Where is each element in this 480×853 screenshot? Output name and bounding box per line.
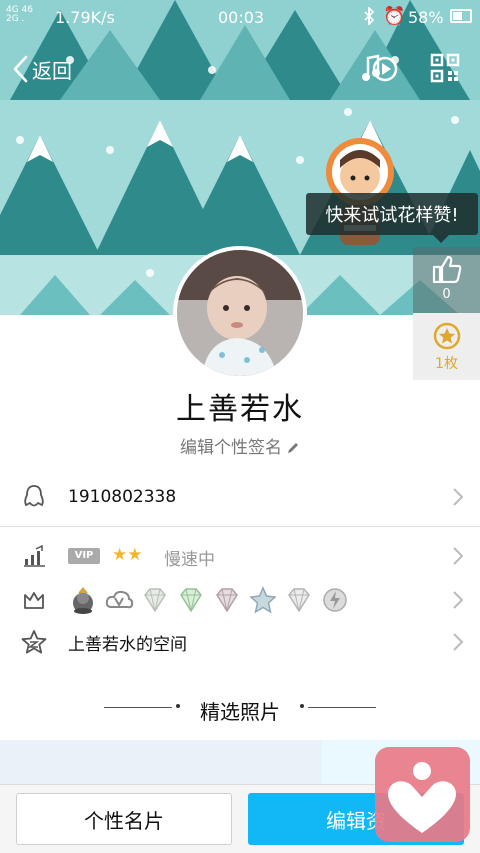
qzone-name: 上善若水的空间 bbox=[68, 634, 187, 655]
bluetooth-icon bbox=[362, 5, 376, 29]
avatar[interactable] bbox=[173, 246, 307, 380]
featured-photos-title: 精选照片 bbox=[200, 700, 280, 724]
net-speed: 1.79K/s bbox=[55, 8, 115, 27]
growth-chart-icon bbox=[20, 542, 48, 570]
diamond-badge-icon bbox=[288, 588, 310, 613]
heart-person-icon bbox=[388, 762, 456, 833]
star-badge-icon bbox=[249, 586, 277, 614]
vip-badge: VIP bbox=[68, 548, 100, 564]
signature-edit[interactable]: 编辑个性签名 bbox=[0, 433, 480, 458]
penguin-icon bbox=[20, 483, 48, 511]
clock-time: 00:03 bbox=[218, 8, 265, 27]
music-button[interactable] bbox=[362, 52, 398, 86]
personal-card-label: 个性名片 bbox=[84, 808, 164, 833]
status-bar: 4G 46 2G . 1.79K/s 00:03 ⏰ 58% bbox=[0, 0, 480, 34]
medal-count: 1枚 bbox=[435, 356, 458, 372]
cloud-v-badge-icon bbox=[105, 590, 134, 609]
like-button[interactable]: 0 bbox=[413, 247, 480, 313]
battery-percent: 58% bbox=[408, 8, 444, 27]
qr-code-icon bbox=[430, 53, 460, 83]
crown-icon bbox=[20, 586, 48, 614]
vip-stars: ★★ bbox=[112, 545, 143, 565]
diamond-badge-icon bbox=[144, 588, 166, 613]
diamond-badge-icon bbox=[216, 588, 238, 613]
featured-dot-right bbox=[300, 704, 304, 708]
qr-code-button[interactable] bbox=[430, 53, 460, 83]
signal-indicator: 4G 46 2G . bbox=[6, 6, 33, 24]
vip-speed-status: 慢速中 bbox=[164, 550, 215, 570]
featured-line-right bbox=[308, 707, 376, 708]
back-button[interactable]: 返回 bbox=[12, 52, 72, 86]
battery-icon bbox=[450, 9, 472, 23]
chevron-right-icon bbox=[453, 591, 464, 609]
medal-star-icon bbox=[433, 322, 460, 350]
divider bbox=[0, 526, 480, 527]
avatar-photo bbox=[177, 250, 303, 376]
tooltip-text: 快来试试花样赞! bbox=[325, 205, 459, 226]
chevron-right-icon bbox=[453, 547, 464, 565]
medal-button[interactable]: 1枚 bbox=[413, 313, 480, 380]
nav-bar: 返回 bbox=[0, 44, 480, 94]
thumbs-up-icon bbox=[432, 255, 461, 283]
diamond-badge-icon bbox=[180, 588, 202, 613]
like-tooltip: 快来试试花样赞! bbox=[306, 193, 478, 243]
back-label: 返回 bbox=[32, 58, 72, 83]
qzone-star-icon bbox=[20, 628, 48, 656]
signature-placeholder: 编辑个性签名 bbox=[180, 438, 282, 458]
penguin-badge-icon bbox=[73, 587, 93, 614]
qq-number: 1910802338 bbox=[68, 487, 177, 507]
qzone-row[interactable]: 上善若水的空间 bbox=[0, 617, 480, 667]
chevron-right-icon bbox=[453, 488, 464, 506]
personal-card-button[interactable]: 个性名片 bbox=[16, 793, 232, 845]
alarm-icon: ⏰ bbox=[383, 6, 406, 27]
music-play-icon bbox=[362, 54, 398, 82]
chevron-right-icon bbox=[453, 633, 464, 651]
lightning-badge-icon bbox=[323, 588, 347, 612]
like-count: 0 bbox=[442, 287, 451, 302]
badge-list bbox=[68, 585, 350, 615]
pencil-icon bbox=[288, 443, 298, 453]
chevron-left-icon bbox=[13, 55, 28, 83]
nickname: 上善若水 bbox=[176, 392, 304, 427]
floating-heart-button[interactable] bbox=[375, 747, 470, 842]
vip-row[interactable]: VIP ★★ 慢速中 bbox=[0, 531, 480, 581]
signal-bottom-text: 2G . bbox=[6, 14, 25, 24]
qq-number-row[interactable]: 1910802338 bbox=[0, 472, 480, 522]
